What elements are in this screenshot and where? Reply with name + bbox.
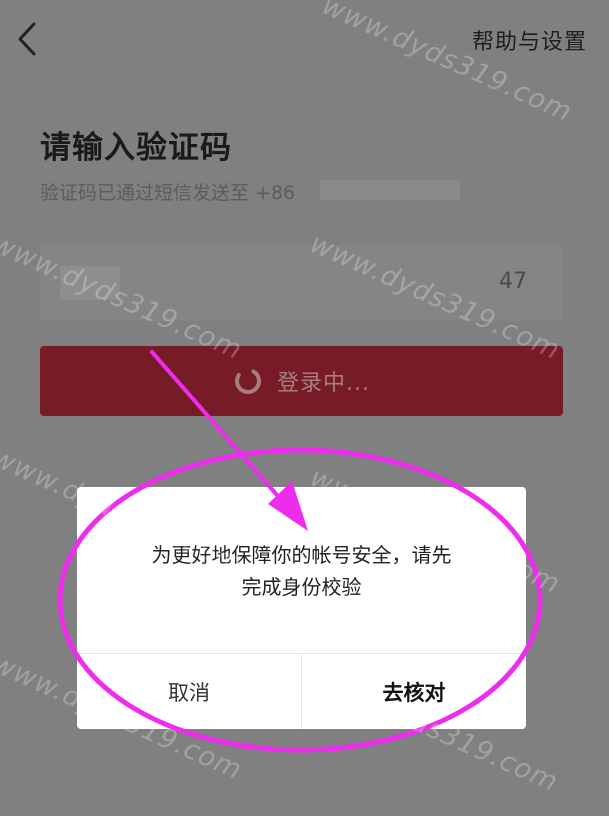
code-value-mask xyxy=(60,266,120,300)
sms-sent-subtitle: 验证码已通过短信发送至 +86 xyxy=(40,182,296,204)
verification-code-input[interactable]: 47 xyxy=(40,245,563,321)
verify-button[interactable]: 去核对 xyxy=(302,654,526,729)
cancel-button[interactable]: 取消 xyxy=(77,654,301,729)
help-settings-link[interactable]: 帮助与设置 xyxy=(472,24,587,56)
login-button[interactable]: 登录中... xyxy=(40,346,563,416)
dialog-message: 为更好地保障你的帐号安全，请先 完成身份校验 xyxy=(107,539,496,603)
identity-verify-dialog: 为更好地保障你的帐号安全，请先 完成身份校验 取消 去核对 xyxy=(77,487,526,729)
watermark: www.dyds319.com xyxy=(317,0,577,129)
chevron-left-icon xyxy=(18,22,36,56)
dialog-message-line-2: 完成身份校验 xyxy=(241,575,362,599)
page-title: 请输入验证码 xyxy=(40,130,232,166)
login-button-label: 登录中... xyxy=(277,371,370,396)
phone-number-mask xyxy=(320,180,460,200)
loading-spinner-icon xyxy=(235,368,261,394)
dialog-message-line-1: 为更好地保障你的帐号安全，请先 xyxy=(151,543,452,567)
resend-countdown: 47 xyxy=(499,269,527,294)
back-button[interactable] xyxy=(12,20,46,58)
